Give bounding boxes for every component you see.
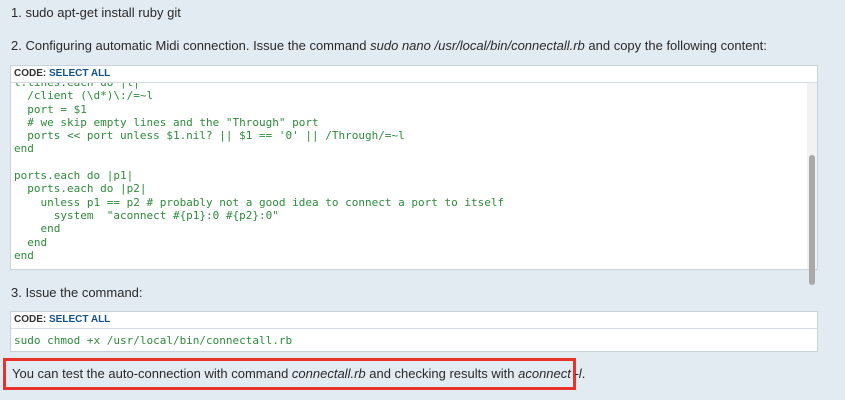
code-block-header: CODE: SELECT ALL: [11, 312, 817, 329]
code-viewport[interactable]: t.lines.each do |l| /client (\d*)\:/=~l …: [11, 83, 807, 269]
code-scrollbar-thumb[interactable]: [809, 155, 815, 285]
code-line: end: [14, 248, 34, 262]
step-2-prefix: 2. Configuring automatic Midi connection…: [11, 38, 371, 53]
step-1-text: 1. sudo apt-get install ruby git: [11, 5, 181, 20]
code-line: end: [14, 222, 61, 236]
highlighted-note: You can test the auto-connection with co…: [3, 358, 585, 390]
code-block-header: CODE: SELECT ALL: [11, 66, 817, 83]
code-scrollbar[interactable]: [807, 83, 817, 285]
code-line: ports.each do |p1|: [14, 169, 134, 183]
step-2-command: sudo nano /usr/local/bin/connectall.rb: [370, 38, 585, 53]
note-prefix: You can test the auto-connection with co…: [12, 366, 292, 381]
step-2-suffix: and copy the following content:: [584, 38, 767, 53]
step-2-text: 2. Configuring automatic Midi connection…: [11, 38, 767, 54]
code-block-connectall-script: CODE: SELECT ALL t.lines.each do |l| /cl…: [10, 65, 818, 285]
code-line: unless p1 == p2 # probably not a good id…: [14, 195, 505, 209]
note-suffix: .: [581, 366, 586, 381]
step-3-text: 3. Issue the command:: [11, 285, 143, 300]
note-command: connectall.rb: [291, 366, 366, 381]
select-all-link[interactable]: SELECT ALL: [49, 68, 110, 79]
code-line: /client (\d*)\:/=~l: [14, 89, 154, 103]
code-label: CODE:: [14, 68, 49, 79]
code-block-chmod: CODE: SELECT ALL sudo chmod +x /usr/loca…: [10, 311, 818, 352]
code-content: t.lines.each do |l| /client (\d*)\:/=~l …: [14, 83, 504, 262]
code-line: ports << port unless $1.nil? || $1 == '0…: [14, 129, 405, 143]
code-line: end: [14, 235, 48, 249]
select-all-link[interactable]: SELECT ALL: [49, 314, 110, 325]
code-label: CODE:: [14, 314, 49, 325]
note-check-command: aconnect -l: [518, 366, 582, 381]
code-line: end: [14, 142, 34, 156]
code-line: system "aconnect #{p1}:0 #{p2}:0": [14, 208, 279, 222]
code-line: ports.each do |p2|: [14, 182, 147, 196]
note-middle: and checking results with: [365, 366, 519, 381]
code-line: port = $1: [14, 102, 87, 116]
code-line: sudo chmod +x /usr/local/bin/connectall.…: [14, 334, 293, 347]
code-line: # we skip empty lines and the "Through" …: [14, 115, 319, 129]
